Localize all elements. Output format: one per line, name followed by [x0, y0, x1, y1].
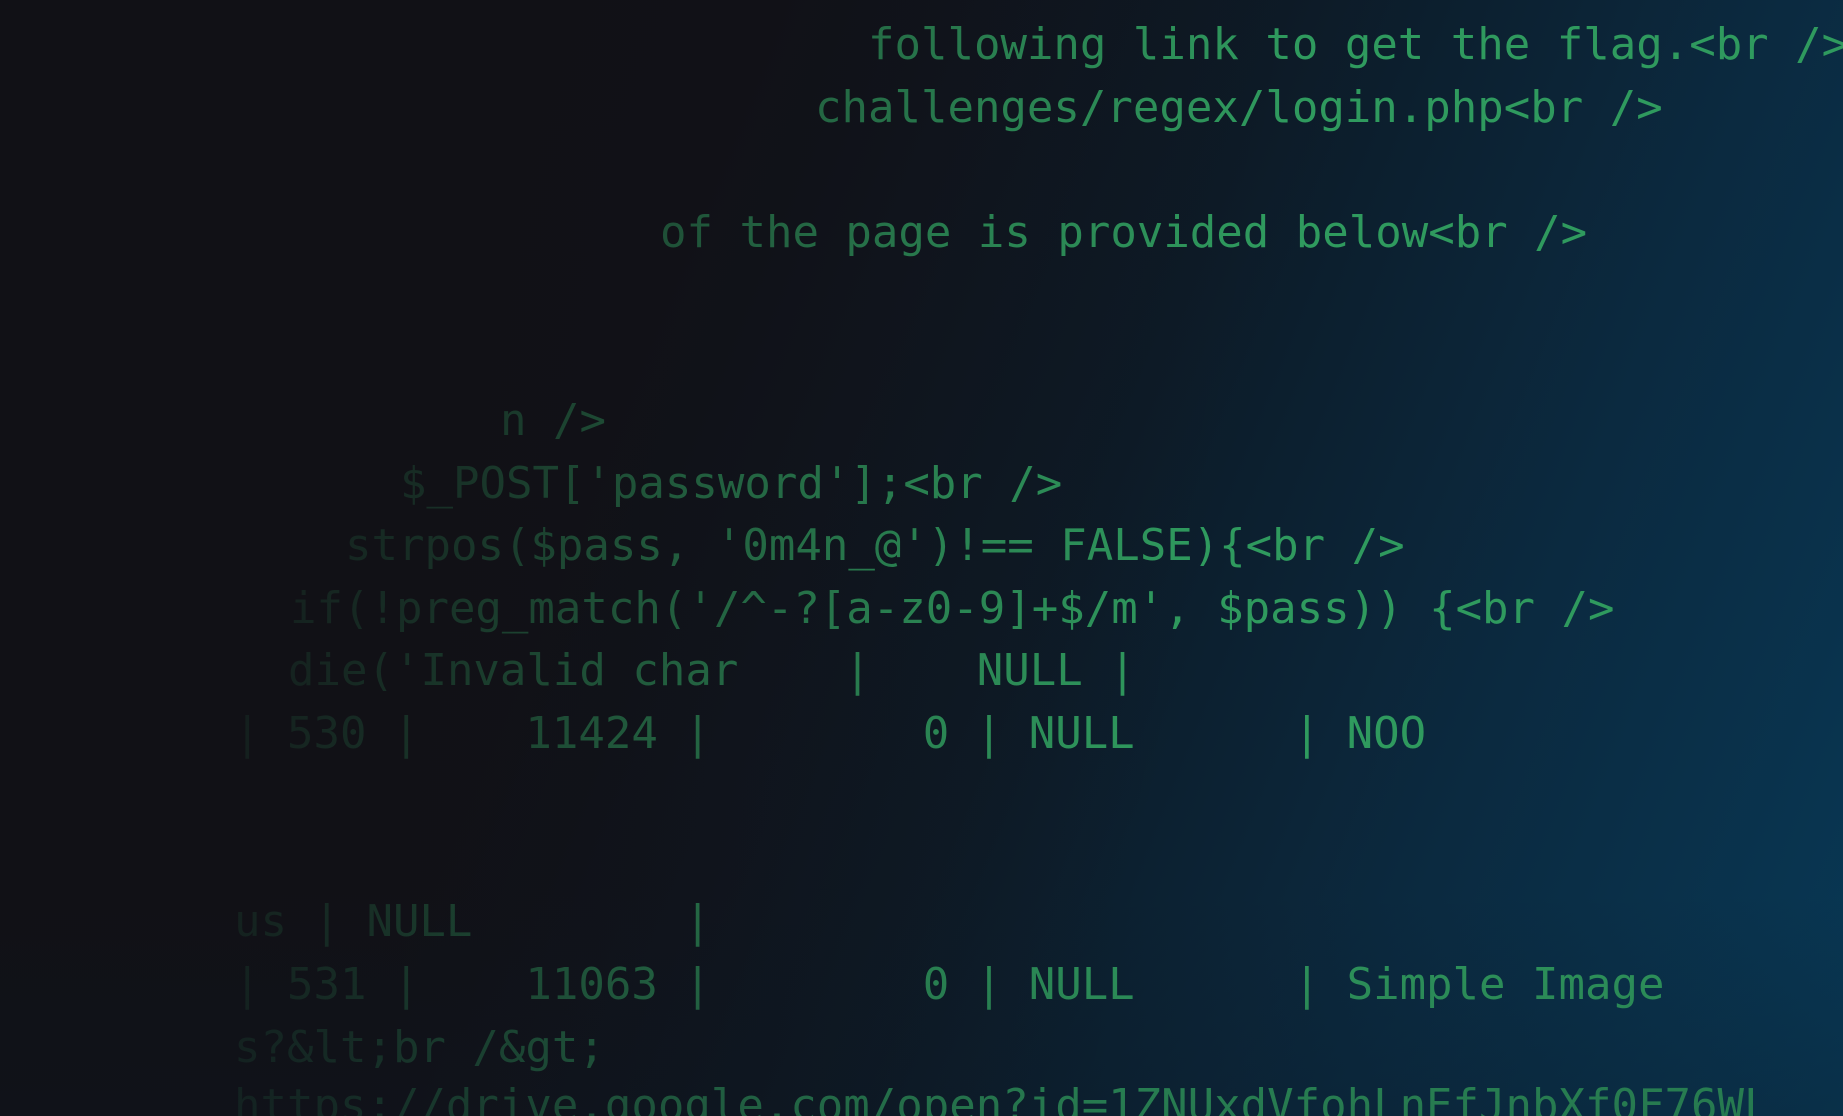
code-line-11: | 531 | 11063 | 0 | NULL | Simple Image — [234, 959, 1665, 1010]
code-line-2: challenges/regex/login.php<br /> — [815, 82, 1663, 133]
code-line-1: following link to get the flag.<br /> — [868, 19, 1843, 70]
code-line-6: strpos($pass, '0m4n_@')!== FALSE){<br /> — [345, 520, 1405, 571]
code-line-10: us | NULL | — [234, 896, 711, 947]
code-line-12: s?&lt;br /&gt; — [234, 1022, 605, 1073]
background-screen: { "code": { "lines": [ " following link … — [0, 0, 1843, 1116]
code-line-9: | 530 | 11424 | 0 | NULL | NOO — [234, 708, 1427, 759]
code-line-4: n /> — [500, 395, 606, 446]
code-line-7: if(!preg_match('/^-?[a-z0-9]+$/m', $pass… — [290, 583, 1615, 634]
code-line-3: of the page is provided below<br /> — [660, 207, 1588, 258]
code-text-layer: following link to get the flag.<br /> ch… — [0, 0, 1843, 1116]
code-line-5: $_POST['password'];<br /> — [400, 458, 1063, 509]
code-line-13: https://drive.google.com/open?id=1ZNUxdV… — [234, 1080, 1771, 1116]
code-line-8: die('Invalid char | NULL | — [288, 645, 1136, 696]
